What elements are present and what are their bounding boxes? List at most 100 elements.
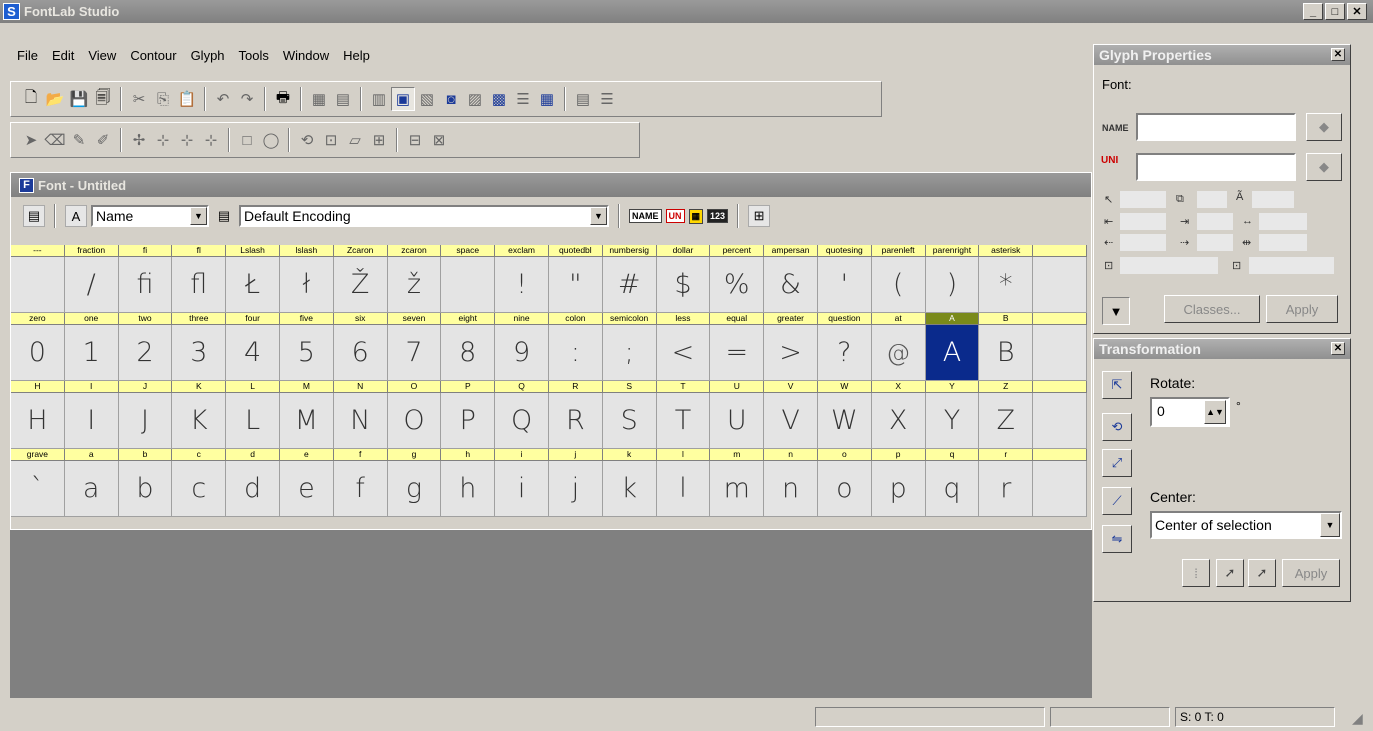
apply-button[interactable]: Apply — [1282, 559, 1340, 587]
glyph-cell[interactable]: J — [118, 393, 173, 449]
glyph-cell[interactable]: ) — [925, 257, 980, 313]
classes-button[interactable]: Classes... — [1164, 295, 1260, 323]
font-window-icon[interactable]: F — [19, 177, 34, 193]
glyph-cell[interactable]: g — [387, 461, 442, 517]
rsb-field[interactable] — [1197, 213, 1233, 230]
table-panel-icon[interactable]: ▩ — [487, 87, 511, 111]
resize-grip-icon[interactable]: ◢ — [1352, 710, 1363, 727]
glyph-cell[interactable]: < — [656, 325, 711, 381]
apply-unicode-button[interactable]: ◆ — [1306, 153, 1342, 181]
undo-icon[interactable]: ↶ — [211, 87, 235, 111]
glyph-cell[interactable]: o — [817, 461, 872, 517]
lsb-field[interactable] — [1120, 213, 1166, 230]
blend-tool-icon[interactable]: ⊠ — [427, 128, 451, 152]
glyph-cell[interactable]: R — [548, 393, 603, 449]
glyph-cell[interactable]: " — [548, 257, 603, 313]
glyph-cell[interactable]: p — [871, 461, 926, 517]
glyph-cell[interactable]: $ — [656, 257, 711, 313]
redo-icon[interactable]: ↷ — [235, 87, 259, 111]
glyph-cell[interactable]: H — [11, 393, 65, 449]
mirror-transform-icon[interactable]: ⇋ — [1102, 525, 1132, 553]
glyph-cell[interactable]: Y — [925, 393, 980, 449]
rotate-angle-input[interactable]: 0 ▲▼ — [1150, 397, 1230, 427]
center-width-field[interactable] — [1259, 234, 1307, 251]
glyph-cell[interactable]: S — [602, 393, 657, 449]
glyph-cell[interactable]: q — [925, 461, 980, 517]
glyph-cell[interactable]: N — [333, 393, 388, 449]
glyph-cell[interactable] — [1033, 257, 1087, 313]
center-dropdown[interactable]: Center of selection ▼ — [1150, 511, 1342, 539]
apply-button[interactable]: Apply — [1266, 295, 1338, 323]
app-icon[interactable]: S — [3, 3, 20, 20]
rectangle-tool-icon[interactable]: □ — [235, 128, 259, 152]
menu-window[interactable]: Window — [276, 48, 336, 63]
save-icon[interactable]: 💾 — [67, 87, 91, 111]
type-icon[interactable]: ▤ — [331, 87, 355, 111]
measure-tool-icon[interactable]: ✐ — [91, 128, 115, 152]
glyph-cell[interactable]: ž — [387, 257, 442, 313]
scale-tool-icon[interactable]: ⊡ — [319, 128, 343, 152]
index-badge-icon[interactable]: 123 — [707, 209, 729, 223]
glyph-cell[interactable]: 4 — [226, 325, 280, 381]
glyph-cell[interactable]: V — [764, 393, 818, 449]
glyph-cell[interactable]: > — [764, 325, 818, 381]
classes-panel-icon[interactable]: ▨ — [463, 87, 487, 111]
glyph-cell[interactable] — [11, 257, 65, 313]
glyph-cell[interactable]: l — [656, 461, 711, 517]
name-mode-dropdown[interactable]: Name ▼ — [91, 205, 209, 227]
glyph-cell[interactable]: j — [548, 461, 603, 517]
glyph-cell[interactable]: @ — [871, 325, 926, 381]
slant-tool-icon[interactable]: ▱ — [343, 128, 367, 152]
encoding-dropdown[interactable]: Default Encoding ▼ — [239, 205, 609, 227]
glyph-cell[interactable]: Ž — [333, 257, 388, 313]
glyph-cell[interactable]: & — [764, 257, 818, 313]
glyph-cell[interactable]: f — [333, 461, 388, 517]
glyph-cell[interactable]: 0 — [11, 325, 65, 381]
glyph-cell[interactable]: a — [64, 461, 119, 517]
glyph-cell[interactable]: M — [279, 393, 334, 449]
slant-transform-icon[interactable]: ⟋ — [1102, 487, 1132, 515]
close-icon[interactable]: ✕ — [1331, 342, 1345, 355]
ellipse-tool-icon[interactable]: ◯ — [259, 128, 283, 152]
glyph-cell-selected[interactable]: A — [925, 325, 980, 381]
glyph-cell[interactable]: k — [602, 461, 657, 517]
add-curve-icon[interactable]: ⊹ — [175, 128, 199, 152]
metrics-panel-icon[interactable]: ▥ — [367, 87, 391, 111]
kerning-panel-icon[interactable]: ▧ — [415, 87, 439, 111]
glyph-cell[interactable]: ł — [279, 257, 334, 313]
glyph-cell[interactable]: T — [656, 393, 711, 449]
glyph-cell[interactable]: ﬁ — [118, 257, 173, 313]
apply-name-button[interactable]: ◆ — [1306, 113, 1342, 141]
glyph-cell[interactable]: 7 — [387, 325, 442, 381]
add-node-icon[interactable]: ✢ — [127, 128, 151, 152]
glyph-cell[interactable] — [1033, 325, 1087, 381]
pointer-tool-icon[interactable]: ➤ — [19, 128, 43, 152]
menu-edit[interactable]: Edit — [45, 48, 81, 63]
glyph-cell[interactable]: n — [764, 461, 818, 517]
width-field[interactable] — [1120, 191, 1166, 208]
glyph-cell[interactable]: * — [979, 257, 1034, 313]
glyph-cell[interactable]: % — [710, 257, 765, 313]
glyph-cell[interactable] — [1033, 461, 1087, 517]
menu-tools[interactable]: Tools — [232, 48, 276, 63]
advance-width-field[interactable] — [1259, 213, 1307, 230]
add-corner-icon[interactable]: ⊹ — [151, 128, 175, 152]
chevron-down-icon[interactable]: ▼ — [590, 207, 607, 225]
glyph-cell[interactable]: Z — [979, 393, 1034, 449]
menu-file[interactable]: File — [10, 48, 45, 63]
menu-view[interactable]: View — [81, 48, 123, 63]
glyph-cell[interactable]: ` — [11, 461, 65, 517]
close-button[interactable]: ✕ — [1347, 3, 1367, 20]
glyph-cell[interactable]: 3 — [172, 325, 227, 381]
encoding-icon[interactable]: ▤ — [213, 205, 235, 227]
caption-mode-icon[interactable]: A — [65, 205, 87, 227]
glyph-cell[interactable]: ! — [495, 257, 549, 313]
output-panel-icon[interactable]: ☰ — [595, 87, 619, 111]
glyph-cell[interactable]: : — [548, 325, 603, 381]
rotate-transform-icon[interactable]: ⟲ — [1102, 413, 1132, 441]
menu-glyph[interactable]: Glyph — [184, 48, 232, 63]
unicode-badge-icon[interactable]: UN — [665, 209, 685, 223]
font-header-icon[interactable]: ▤ — [23, 205, 45, 227]
move-transform-icon[interactable]: ⇱ — [1102, 371, 1132, 399]
glyph-window-icon[interactable]: ▣ — [391, 87, 415, 111]
